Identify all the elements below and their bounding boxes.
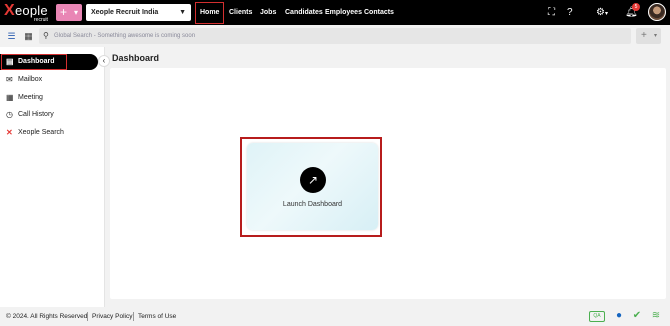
nav-jobs[interactable]: Jobs: [260, 6, 276, 20]
sidebar-item-dashboard[interactable]: ▤ Dashboard: [0, 54, 98, 70]
user-avatar[interactable]: [648, 3, 666, 21]
nav-employees[interactable]: Employees: [325, 6, 362, 20]
nav-candidates[interactable]: Candidates: [285, 6, 323, 20]
view-toggle: ☰ ▦: [4, 29, 36, 43]
footer: © 2024. All Rights Reserved Privacy Poli…: [0, 307, 670, 326]
fullscreen-icon[interactable]: ⛶: [548, 0, 555, 25]
dashboard-panel: [110, 68, 666, 299]
global-search-placeholder: Global Search - Something awesome is com…: [54, 33, 196, 39]
quick-add-button[interactable]: + ▾: [56, 4, 82, 21]
global-search-input[interactable]: ⚲ Global Search - Something awesome is c…: [39, 28, 631, 44]
logo-x-icon: X: [4, 2, 15, 19]
footer-divider: [87, 312, 88, 321]
grid-view-icon[interactable]: ▦: [21, 29, 36, 43]
quick-add-label: +: [60, 5, 68, 19]
history-icon: ◷: [6, 110, 13, 119]
xeople-logo[interactable]: X eople recruit: [4, 2, 50, 24]
top-navbar: X eople recruit + ▾ Xeople Recruit India…: [0, 0, 670, 42]
wifi-icon: ≋: [651, 310, 661, 321]
launch-dashboard-label: Launch Dashboard: [282, 201, 343, 208]
privacy-policy-link[interactable]: Privacy Policy: [92, 307, 132, 326]
organization-select[interactable]: Xeople Recruit India ▼: [86, 4, 191, 21]
search-row: ☰ ▦ ⚲ Global Search - Something awesome …: [0, 25, 670, 47]
sidebar-item-label: Meeting: [18, 94, 43, 101]
launch-dashboard-card[interactable]: ↗ Launch Dashboard: [247, 143, 378, 230]
sidebar-item-xeople-search[interactable]: ✕ Xeople Search: [0, 125, 98, 141]
chevron-down-icon: ▾: [653, 33, 657, 39]
sidebar-item-label: Mailbox: [18, 76, 43, 83]
chevron-down-icon: ▾: [73, 8, 78, 17]
nav-contacts[interactable]: Contacts: [364, 6, 394, 20]
mail-icon: ✉: [6, 75, 13, 84]
sidebar-item-meeting[interactable]: ▦ Meeting: [0, 90, 98, 106]
sidebar-item-label: Call History: [18, 111, 54, 118]
logo-subtitle: recruit: [34, 17, 48, 23]
dashboard-icon: ▤: [6, 57, 14, 66]
calendar-icon: ▦: [6, 93, 14, 102]
sidebar-item-mailbox[interactable]: ✉ Mailbox: [0, 72, 98, 88]
logo-wordmark: eople: [15, 3, 48, 18]
check-circle-icon[interactable]: ✔: [631, 310, 643, 322]
dropdown-caret-icon: ▼: [179, 9, 186, 16]
sidebar-item-call-history[interactable]: ◷ Call History: [0, 107, 98, 123]
settings-gear-icon[interactable]: ⚙▾: [596, 0, 608, 27]
sidebar-collapse-button[interactable]: ‹: [98, 55, 110, 67]
add-new-button[interactable]: + ▾: [636, 28, 661, 44]
environment-badge: QA: [589, 311, 605, 322]
page-title: Dashboard: [112, 53, 160, 63]
terms-of-use-link[interactable]: Terms of Use: [138, 307, 176, 326]
list-view-icon[interactable]: ☰: [4, 29, 19, 43]
notification-count-badge: 5: [632, 3, 640, 11]
organization-select-value: Xeople Recruit India: [91, 9, 159, 16]
search-icon: ⚲: [43, 31, 49, 40]
sidebar: ▤ Dashboard ✉ Mailbox ▦ Meeting ◷ Call H…: [0, 47, 110, 307]
nav-home[interactable]: Home: [195, 2, 225, 24]
copyright-text: © 2024. All Rights Reserved: [6, 313, 88, 320]
xeople-x-icon: ✕: [6, 128, 13, 137]
open-external-icon: ↗: [300, 167, 326, 193]
sidebar-item-label: Xeople Search: [18, 129, 64, 136]
user-circle-icon[interactable]: ●: [613, 310, 625, 322]
footer-divider: [133, 312, 134, 321]
nav-clients[interactable]: Clients: [229, 6, 252, 20]
